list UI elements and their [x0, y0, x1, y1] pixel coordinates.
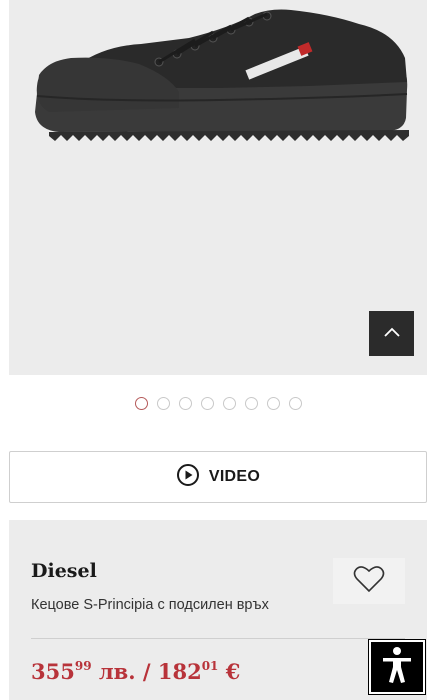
gallery-dot-8[interactable] [288, 397, 302, 410]
gallery-dot-3[interactable] [178, 397, 192, 410]
gallery-dot-2[interactable] [156, 397, 170, 410]
product-image-shoe [35, 9, 409, 141]
price-eur-dec: 01 [201, 659, 219, 673]
gallery-dot-4[interactable] [200, 397, 214, 410]
product-title: Кецове S-Principia с подсилен връх [31, 597, 269, 613]
video-button[interactable]: VIDEO [9, 451, 427, 503]
video-label: VIDEO [208, 468, 261, 485]
price-eur-int: 182 [157, 659, 202, 684]
accessibility-icon [380, 646, 414, 689]
gallery-dot-7[interactable] [266, 397, 280, 410]
product-image-gallery[interactable] [9, 0, 427, 375]
divider [31, 638, 405, 639]
chevron-up-icon [383, 325, 401, 343]
gallery-dot-5[interactable] [222, 397, 236, 410]
price-bgn-dec: 99 [74, 659, 92, 673]
accessibility-button[interactable] [368, 639, 426, 695]
gallery-dot-1[interactable] [134, 397, 148, 410]
brand-name[interactable]: Diesel [31, 560, 97, 582]
price-bgn-unit: лв. / [91, 659, 158, 684]
play-circle-icon [176, 463, 200, 492]
wishlist-button[interactable] [333, 558, 405, 604]
heart-icon [353, 565, 385, 598]
scroll-to-top-button[interactable] [369, 311, 414, 356]
product-info-card: Diesel Кецове S-Principia с подсилен връ… [9, 520, 427, 700]
gallery-pagination [0, 397, 436, 411]
price: 35599 лв. / 18201 € [31, 659, 240, 684]
price-bgn-int: 355 [31, 659, 75, 684]
gallery-dot-6[interactable] [244, 397, 258, 410]
price-eur-unit: € [218, 659, 241, 684]
